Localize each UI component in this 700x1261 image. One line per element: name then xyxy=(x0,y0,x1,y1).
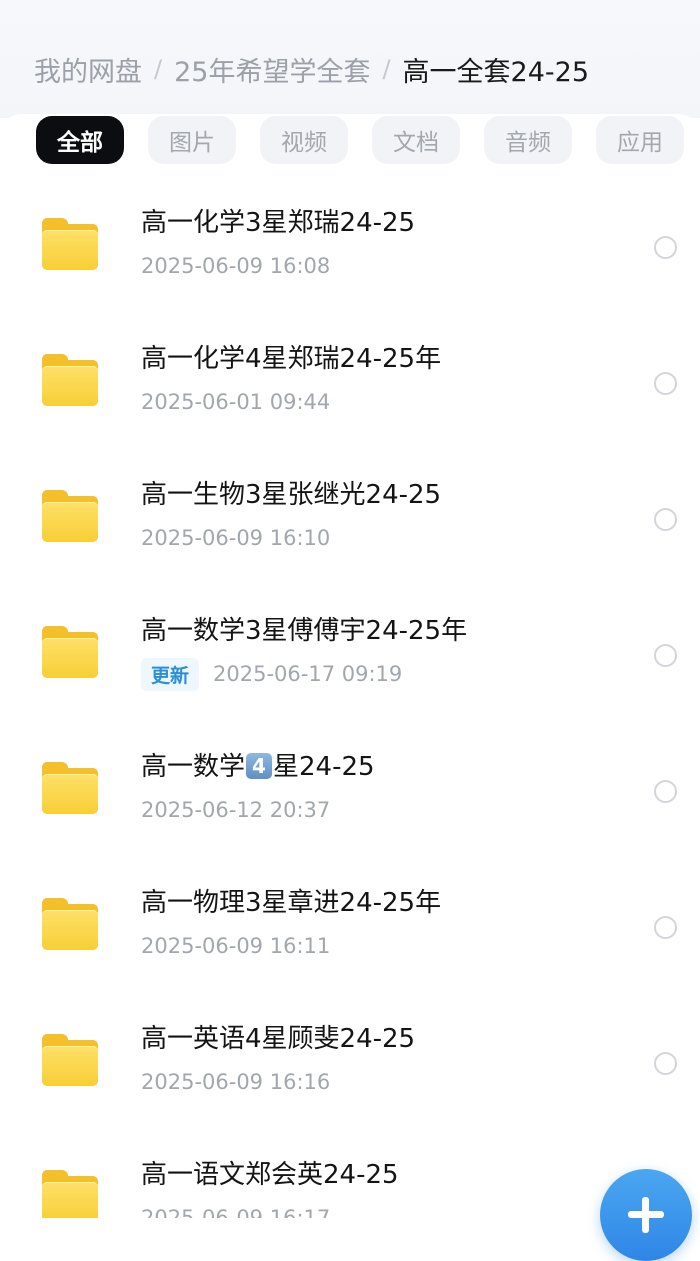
file-meta: 2025-06-09 16:17 xyxy=(141,1202,330,1218)
file-date: 2025-06-17 09:19 xyxy=(213,662,403,686)
breadcrumb-item-parent[interactable]: 25年希望学全套 xyxy=(174,50,370,89)
file-name: 高一英语4星顾斐24-25 xyxy=(141,1024,416,1054)
folder-icon xyxy=(42,898,98,950)
file-meta: 2025-06-01 09:44 xyxy=(141,386,330,418)
file-name: 高一数学 4 星24-25 xyxy=(141,746,375,783)
radio-circle-icon[interactable] xyxy=(654,780,677,803)
file-row[interactable]: 高一生物3星张继光24-25 2025-06-09 16:10 xyxy=(0,452,700,588)
file-date: 2025-06-01 09:44 xyxy=(141,390,331,414)
file-row[interactable]: 高一化学3星郑瑞24-25 2025-06-09 16:08 xyxy=(0,180,700,316)
add-button[interactable] xyxy=(600,1169,692,1261)
file-date: 2025-06-09 16:08 xyxy=(141,254,331,278)
file-row[interactable]: 高一语文郑会英24-25 2025-06-09 16:17 xyxy=(0,1132,700,1218)
breadcrumb-separator: / xyxy=(154,55,163,83)
radio-circle-icon[interactable] xyxy=(654,1052,677,1075)
folder-icon xyxy=(42,762,98,814)
radio-circle-icon[interactable] xyxy=(654,644,677,667)
breadcrumb-item-current: 高一全套24-25 xyxy=(402,56,590,88)
file-meta: 更新 2025-06-17 09:19 xyxy=(141,657,403,691)
update-badge: 更新 xyxy=(141,657,200,691)
radio-circle-icon[interactable] xyxy=(654,236,677,259)
file-row[interactable]: 高一数学 4 星24-25 2025-06-12 20:37 xyxy=(0,724,700,860)
breadcrumb-separator: / xyxy=(382,55,391,83)
file-meta: 2025-06-09 16:16 xyxy=(141,1066,330,1098)
filter-tabs: 全部 图片 视频 文档 音频 应用 xyxy=(0,114,700,168)
file-date: 2025-06-09 16:16 xyxy=(141,1070,331,1094)
tab-audio[interactable]: 音频 xyxy=(484,116,572,164)
folder-icon xyxy=(42,626,98,678)
file-row[interactable]: 高一英语4星顾斐24-25 2025-06-09 16:16 xyxy=(0,996,700,1132)
file-row[interactable]: 高一物理3星章进24-25年 2025-06-09 16:11 xyxy=(0,860,700,996)
keycap-four-icon: 4 xyxy=(246,753,273,779)
folder-icon xyxy=(42,490,98,542)
tab-videos[interactable]: 视频 xyxy=(260,116,348,164)
file-name: 高一物理3星章进24-25年 xyxy=(141,888,442,918)
breadcrumb: 我的网盘 / 25年希望学全套 / 高一全套24-25 xyxy=(34,48,589,90)
file-date: 2025-06-09 16:10 xyxy=(141,526,331,550)
file-row[interactable]: 高一化学4星郑瑞24-25年 2025-06-01 09:44 xyxy=(0,316,700,452)
file-date: 2025-06-09 16:11 xyxy=(141,934,331,958)
radio-circle-icon[interactable] xyxy=(654,372,677,395)
folder-icon xyxy=(42,1170,98,1218)
tab-apps[interactable]: 应用 xyxy=(596,116,684,164)
file-name: 高一化学4星郑瑞24-25年 xyxy=(141,344,442,374)
file-name-prefix: 高一数学 xyxy=(141,752,246,782)
tab-all[interactable]: 全部 xyxy=(36,116,124,164)
file-name-suffix: 星24-25 xyxy=(273,752,375,782)
radio-circle-icon[interactable] xyxy=(654,916,677,939)
file-date: 2025-06-09 16:17 xyxy=(141,1206,331,1218)
folder-icon xyxy=(42,354,98,406)
file-name: 高一化学3星郑瑞24-25 xyxy=(141,208,416,238)
file-name: 高一生物3星张继光24-25 xyxy=(141,480,442,510)
file-name: 高一数学3星傅傅宇24-25年 xyxy=(141,616,468,646)
file-meta: 2025-06-09 16:11 xyxy=(141,930,330,962)
tab-images[interactable]: 图片 xyxy=(148,116,236,164)
file-meta: 2025-06-09 16:08 xyxy=(141,250,330,282)
radio-circle-icon[interactable] xyxy=(654,508,677,531)
breadcrumb-item-root[interactable]: 我的网盘 xyxy=(34,50,142,89)
folder-icon xyxy=(42,1034,98,1086)
file-row[interactable]: 高一数学3星傅傅宇24-25年 更新 2025-06-17 09:19 xyxy=(0,588,700,724)
file-meta: 2025-06-12 20:37 xyxy=(141,794,330,826)
file-meta: 2025-06-09 16:10 xyxy=(141,522,330,554)
file-name: 高一语文郑会英24-25 xyxy=(141,1160,399,1190)
folder-icon xyxy=(42,218,98,270)
tab-documents[interactable]: 文档 xyxy=(372,116,460,164)
file-date: 2025-06-12 20:37 xyxy=(141,798,331,822)
